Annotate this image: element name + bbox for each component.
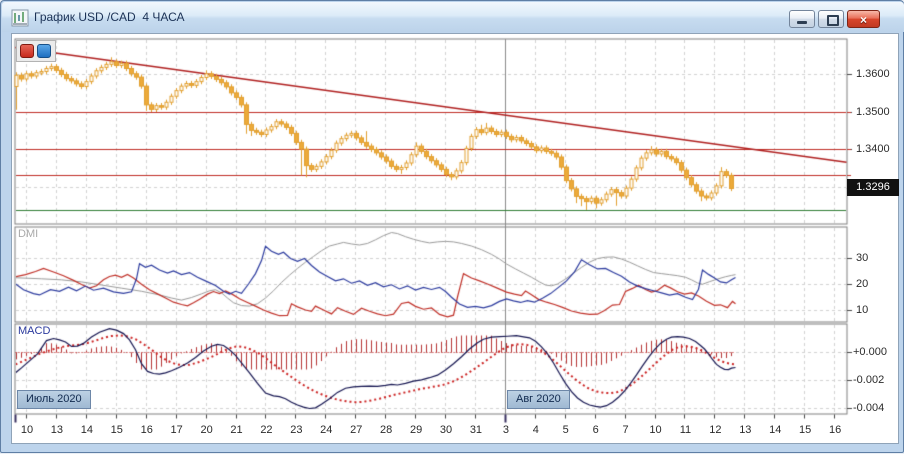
dmi-tick-label: 30 <box>856 251 869 264</box>
date-tick-label: 10 <box>649 424 662 436</box>
date-tick-label: 23 <box>290 424 303 436</box>
macd-pane-label: MACD <box>18 325 51 337</box>
date-tick-label: 15 <box>799 424 812 436</box>
price-tick-label: 1.3600 <box>856 68 890 80</box>
app-window: График USD /CAD 4 ЧАСА × DMI MACD 1.3600… <box>0 0 904 454</box>
date-tick-label: 3 <box>502 424 509 436</box>
dmi-tick-label: 10 <box>856 303 869 316</box>
price-tick-label: 1.3400 <box>856 143 890 155</box>
date-tick-label: 20 <box>200 424 213 436</box>
date-tick-label: 27 <box>350 424 363 436</box>
date-tick-label: 11 <box>679 424 692 436</box>
macd-tick-label: +0.000 <box>853 346 887 358</box>
date-tick-label: 30 <box>439 424 453 436</box>
date-tick-label: 13 <box>739 424 752 436</box>
date-tick-label: 16 <box>828 424 842 436</box>
date-tick-label: 4 <box>532 424 539 436</box>
date-tick-label: 7 <box>622 424 629 436</box>
chart-toolbar-chip <box>16 40 56 62</box>
price-tick-label: 1.3500 <box>856 105 890 118</box>
date-tick-label: 5 <box>562 424 569 436</box>
dmi-pane-label: DMI <box>18 228 39 240</box>
date-tick-label: 10 <box>20 424 34 436</box>
current-price-badge: 1.3296 <box>847 179 899 196</box>
date-tick-label: 15 <box>110 424 123 436</box>
macd-tick-label: -0.004 <box>853 402 885 414</box>
date-tick-label: 24 <box>320 424 333 436</box>
blue-marker-icon[interactable] <box>37 44 51 58</box>
date-tick-label: 6 <box>592 424 599 436</box>
dmi-tick-label: 20 <box>856 277 869 290</box>
month-badge-august: Авг 2020 <box>507 390 570 409</box>
red-marker-icon[interactable] <box>20 44 34 58</box>
date-tick-label: 29 <box>409 424 423 436</box>
date-tick-label: 14 <box>769 424 782 436</box>
date-tick-label: 16 <box>140 424 153 436</box>
chart-canvas[interactable] <box>1 1 904 454</box>
date-tick-label: 31 <box>469 424 483 436</box>
date-tick-label: 28 <box>380 424 393 436</box>
date-tick-label: 14 <box>80 424 93 436</box>
date-tick-label: 21 <box>230 424 243 436</box>
date-tick-label: 13 <box>50 424 64 436</box>
date-tick-label: 22 <box>260 424 273 436</box>
macd-tick-label: -0.002 <box>853 374 885 386</box>
date-tick-label: 12 <box>709 424 722 436</box>
date-tick-label: 17 <box>170 424 183 436</box>
month-badge-july: Июль 2020 <box>17 390 91 409</box>
